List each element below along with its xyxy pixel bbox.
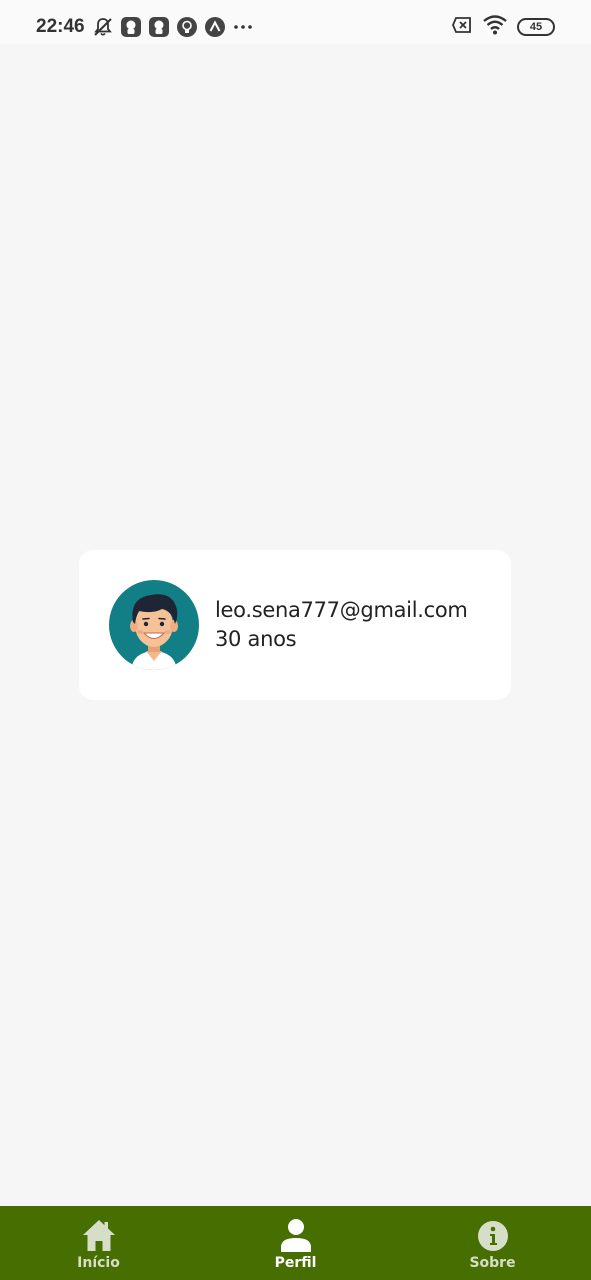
notification-icons <box>92 16 254 38</box>
nav-label-sobre: Sobre <box>469 1255 516 1271</box>
info-icon <box>477 1218 509 1252</box>
status-time: 22:46 <box>36 16 85 37</box>
nav-label-perfil: Perfil <box>274 1255 317 1271</box>
wifi-icon <box>483 15 507 39</box>
bottom-navigation: Início Perfil Sobre <box>0 1206 591 1280</box>
system-icons: 45 <box>451 15 555 39</box>
app-notification-icon <box>120 16 142 38</box>
sim-x-icon <box>451 16 473 38</box>
profile-card: leo.sena777@gmail.com 30 anos <box>79 550 511 700</box>
avatar-icon <box>109 580 199 670</box>
app-notification-icon <box>148 16 170 38</box>
person-icon <box>279 1218 313 1252</box>
nav-label-inicio: Início <box>77 1255 120 1271</box>
nav-item-sobre[interactable]: Sobre <box>394 1206 591 1280</box>
profile-age: 30 anos <box>215 627 297 651</box>
status-bar: 22:46 45 <box>0 0 591 44</box>
nav-item-inicio[interactable]: Início <box>0 1206 197 1280</box>
nav-item-perfil[interactable]: Perfil <box>197 1206 394 1280</box>
battery-icon: 45 <box>517 18 555 36</box>
caret-up-icon <box>204 16 226 38</box>
more-dots-icon <box>232 16 254 38</box>
muted-bell-icon <box>92 16 114 38</box>
lightbulb-icon <box>176 16 198 38</box>
home-icon <box>81 1218 117 1252</box>
profile-email: leo.sena777@gmail.com <box>215 598 468 622</box>
profile-info: leo.sena777@gmail.com 30 anos <box>215 596 468 654</box>
